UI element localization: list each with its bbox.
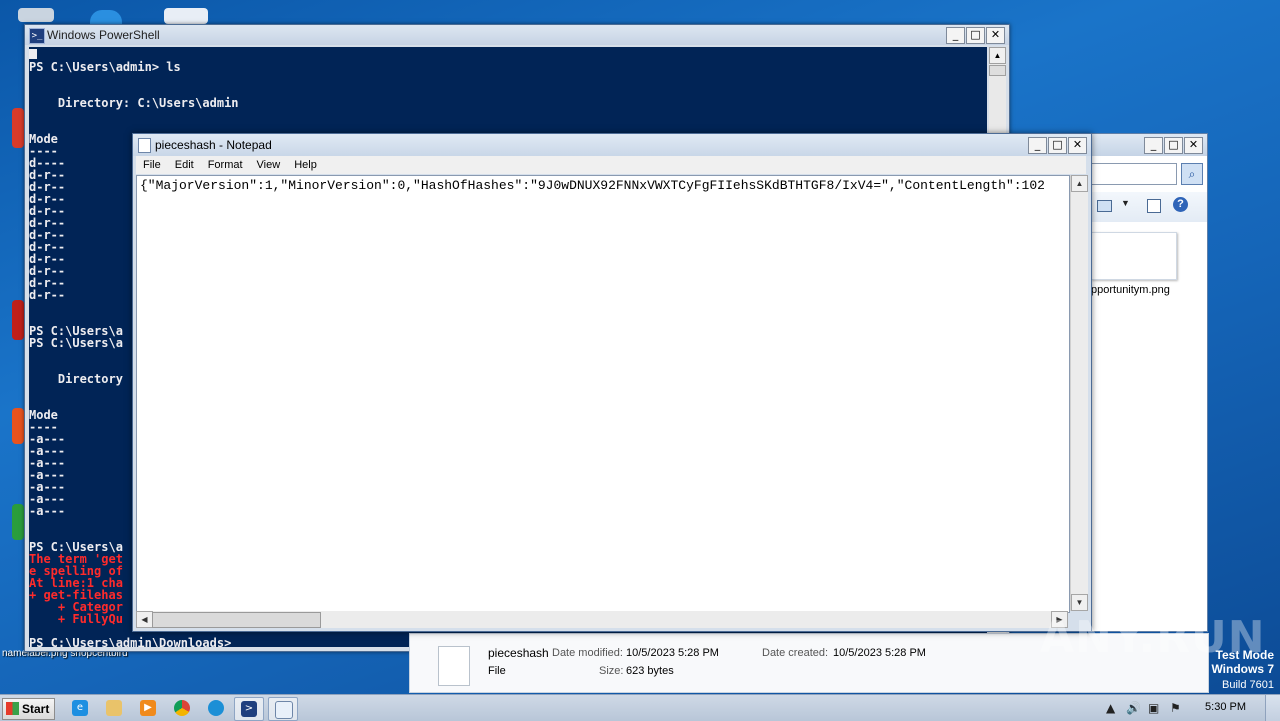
search-icon[interactable]: ⌕	[1181, 163, 1203, 185]
date-created-value: 10/5/2023 5:28 PM	[833, 647, 926, 659]
chrome-icon	[174, 700, 190, 716]
build-label: Build 7601	[1222, 679, 1274, 691]
chevron-up-icon[interactable]: ▲	[1106, 701, 1115, 715]
system-tray: ▲ 🔊 ▣ ⚑ 5:30 PM	[1100, 695, 1280, 721]
notepad-titlebar[interactable]: pieceshash - Notepad _ □ ✕	[133, 134, 1091, 156]
scroll-left-icon[interactable]: ◀	[136, 611, 153, 628]
flag-icon[interactable]: ⚑	[1170, 701, 1181, 715]
powershell-title: Windows PowerShell	[47, 28, 160, 42]
console-line: PS C:\Users\admin\Downloads>	[29, 636, 232, 647]
taskbar-file-explorer[interactable]	[100, 697, 128, 719]
taskbar-notepad[interactable]	[268, 697, 298, 721]
maximize-button[interactable]: □	[1164, 137, 1183, 154]
notepad-window[interactable]: pieceshash - Notepad _ □ ✕ File Edit For…	[132, 133, 1092, 632]
file-icon	[438, 646, 470, 686]
chevron-down-icon[interactable]: ▼	[1121, 198, 1130, 208]
windows-logo-icon	[6, 702, 19, 715]
taskbar: Start e ▶ > ▲ 🔊 ▣ ⚑ 5:30 PM	[0, 694, 1280, 721]
date-modified-label: Date modified:	[552, 647, 623, 659]
show-desktop-button[interactable]	[1265, 695, 1280, 721]
file-name-label[interactable]: pportunitym.png	[1091, 284, 1170, 296]
notepad-content[interactable]: {"MajorVersion":1,"MinorVersion":0,"Hash…	[140, 178, 1045, 193]
scroll-down-icon[interactable]: ▼	[1071, 594, 1088, 611]
explorer-search-input[interactable]	[1089, 163, 1177, 185]
folder-icon	[106, 700, 122, 716]
powershell-titlebar[interactable]: >_ Windows PowerShell _ □ ✕	[25, 25, 1009, 45]
media-player-icon: ▶	[140, 700, 156, 716]
details-file-type: File	[488, 665, 506, 677]
menu-help[interactable]: Help	[287, 156, 324, 174]
size-value: 623 bytes	[626, 665, 674, 677]
desktop-shortcut-icon[interactable]	[12, 504, 24, 540]
internet-explorer-icon: e	[72, 700, 88, 716]
taskbar-edge[interactable]	[202, 697, 230, 719]
notepad-title: pieceshash - Notepad	[155, 138, 272, 152]
taskbar-media-player[interactable]: ▶	[134, 697, 162, 719]
date-created-label: Date created:	[762, 647, 829, 659]
notepad-menubar: File Edit Format View Help	[136, 156, 1086, 174]
powershell-icon: >	[241, 701, 257, 717]
menu-view[interactable]: View	[250, 156, 288, 174]
explorer-window[interactable]: _ □ ✕ ⌕ ▼ ? pportunitym.png	[1088, 133, 1208, 632]
test-mode-text: Test Mode	[1215, 648, 1274, 662]
notepad-vertical-scrollbar[interactable]: ▲ ▼	[1070, 175, 1088, 611]
minimize-button[interactable]: _	[1144, 137, 1163, 154]
preview-pane-icon[interactable]	[1147, 199, 1161, 213]
notepad-icon	[138, 138, 151, 153]
taskbar-internet-explorer[interactable]: e	[66, 697, 94, 719]
notepad-icon	[275, 701, 293, 719]
desktop-app-icon[interactable]	[90, 10, 122, 24]
volume-icon[interactable]: 🔊	[1126, 701, 1141, 715]
console-line: PS C:\Users\admin> ls	[29, 60, 181, 74]
console-line: -a---	[29, 504, 66, 518]
recycle-bin-icon[interactable]	[18, 8, 54, 22]
desktop-shortcut-icon[interactable]	[12, 108, 24, 148]
desktop-document-icon[interactable]	[164, 8, 208, 24]
console-cursor	[29, 49, 37, 59]
close-button[interactable]: ✕	[986, 27, 1005, 44]
explorer-titlebar[interactable]: _ □ ✕	[1089, 134, 1207, 156]
network-icon[interactable]: ▣	[1148, 701, 1159, 715]
console-line: Directory	[29, 372, 123, 386]
details-file-name: pieceshash	[488, 646, 549, 660]
clock[interactable]: 5:30 PM	[1205, 701, 1246, 713]
console-line: PS C:\Users\a	[29, 336, 123, 350]
powershell-icon: >_	[29, 28, 45, 44]
file-thumbnail[interactable]	[1091, 232, 1177, 280]
console-line: d-r--	[29, 288, 66, 302]
scroll-up-icon[interactable]: ▲	[1071, 175, 1088, 192]
console-line: + FullyQu	[29, 612, 123, 626]
close-button[interactable]: ✕	[1184, 137, 1203, 154]
os-label: Windows 7	[1211, 662, 1274, 676]
menu-format[interactable]: Format	[201, 156, 250, 174]
date-modified-value: 10/5/2023 5:28 PM	[626, 647, 719, 659]
notepad-horizontal-scrollbar[interactable]: ◀ ▶	[136, 611, 1068, 628]
maximize-button[interactable]: □	[1048, 137, 1067, 154]
close-button[interactable]: ✕	[1068, 137, 1087, 154]
scroll-thumb[interactable]	[989, 65, 1006, 76]
view-options-icon[interactable]	[1097, 200, 1112, 212]
minimize-button[interactable]: _	[946, 27, 965, 44]
notepad-text-area[interactable]: {"MajorVersion":1,"MinorVersion":0,"Hash…	[136, 175, 1070, 613]
size-label: Size:	[599, 665, 624, 677]
taskbar-powershell[interactable]: >	[234, 697, 264, 721]
maximize-button[interactable]: □	[966, 27, 985, 44]
test-mode-label: Test Mode	[1216, 648, 1274, 662]
edge-icon	[208, 700, 224, 716]
menu-edit[interactable]: Edit	[168, 156, 201, 174]
scroll-thumb[interactable]	[152, 612, 321, 628]
help-icon[interactable]: ?	[1173, 197, 1188, 212]
scroll-up-icon[interactable]: ▲	[989, 47, 1006, 64]
desktop-shortcut-icon[interactable]	[12, 300, 24, 340]
taskbar-chrome[interactable]	[168, 697, 196, 719]
desktop-shortcut-icon[interactable]	[12, 408, 24, 444]
explorer-toolbar: ▼ ?	[1089, 192, 1207, 222]
minimize-button[interactable]: _	[1028, 137, 1047, 154]
console-line: Directory: C:\Users\admin	[29, 96, 239, 110]
start-button[interactable]: Start	[2, 698, 55, 720]
start-label: Start	[22, 702, 50, 716]
menu-file[interactable]: File	[136, 156, 168, 174]
